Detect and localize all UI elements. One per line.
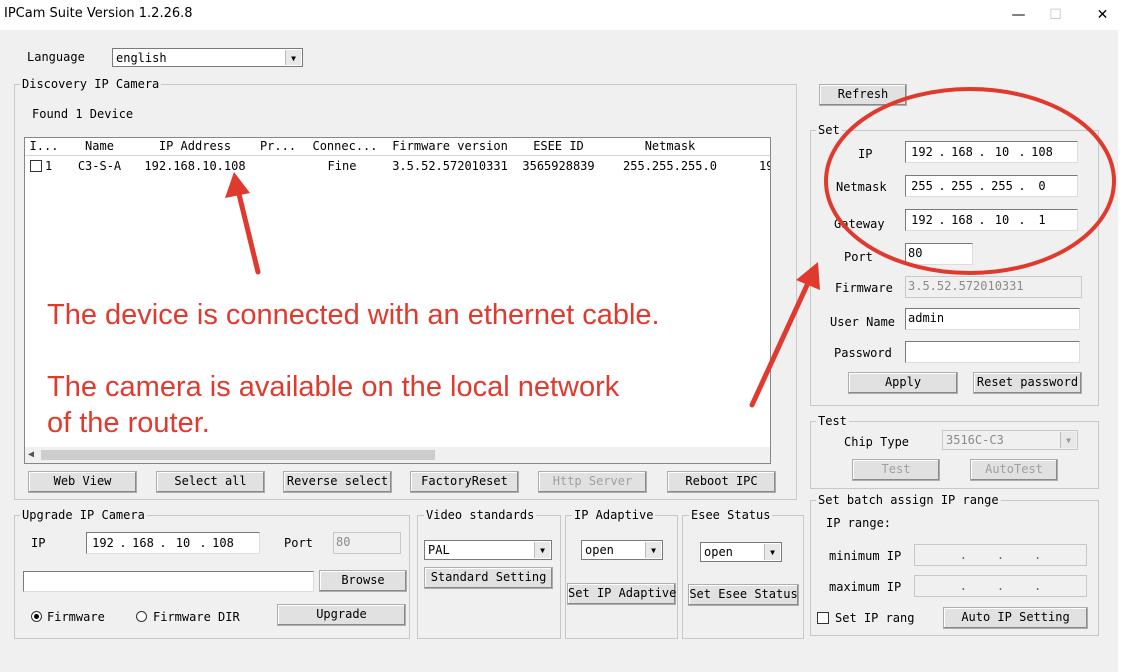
arrow-to-set-shaft (749, 280, 811, 408)
highlight-ellipse (824, 87, 1116, 275)
arrow-to-ip-shaft (235, 187, 261, 275)
annotation-overlay (225, 87, 1116, 408)
arrow-to-ip-head (225, 172, 250, 198)
